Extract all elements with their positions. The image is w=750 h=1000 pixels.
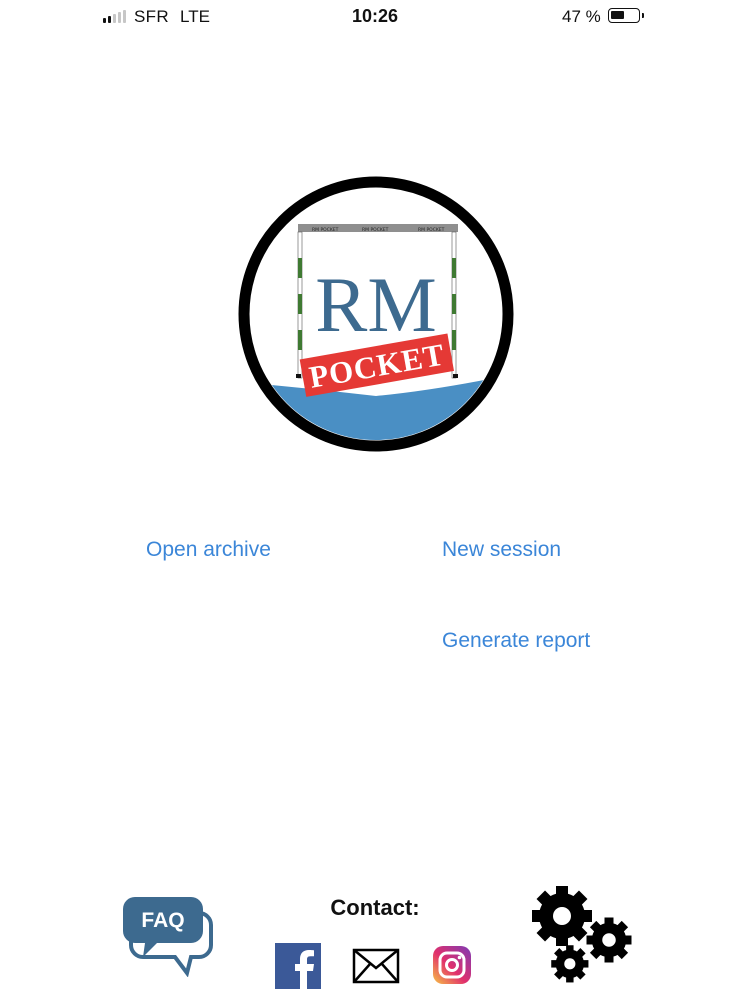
gear-icon: [532, 886, 592, 946]
mail-icon[interactable]: [352, 948, 400, 984]
generate-report-button[interactable]: Generate report: [442, 629, 590, 653]
logo-text: RM: [315, 261, 436, 348]
open-archive-button[interactable]: Open archive: [146, 538, 271, 562]
new-session-button[interactable]: New session: [442, 538, 561, 562]
battery-icon: [608, 8, 640, 23]
rm-pocket-logo: RM POCKET RM POCKET RM POCKET RM POCKET: [238, 176, 514, 452]
contact-label: Contact:: [330, 895, 420, 920]
settings-gears-icon[interactable]: [530, 884, 636, 988]
svg-text:RM POCKET: RM POCKET: [362, 227, 389, 233]
svg-text:RM POCKET: RM POCKET: [418, 227, 445, 233]
battery-tip: [642, 13, 644, 18]
status-bar: SFR LTE 10:26 47 %: [0, 0, 750, 34]
facebook-icon[interactable]: [275, 943, 321, 989]
battery-percentage: 47 %: [562, 7, 601, 26]
svg-text:RM POCKET: RM POCKET: [312, 227, 339, 233]
instagram-icon[interactable]: [433, 946, 471, 984]
